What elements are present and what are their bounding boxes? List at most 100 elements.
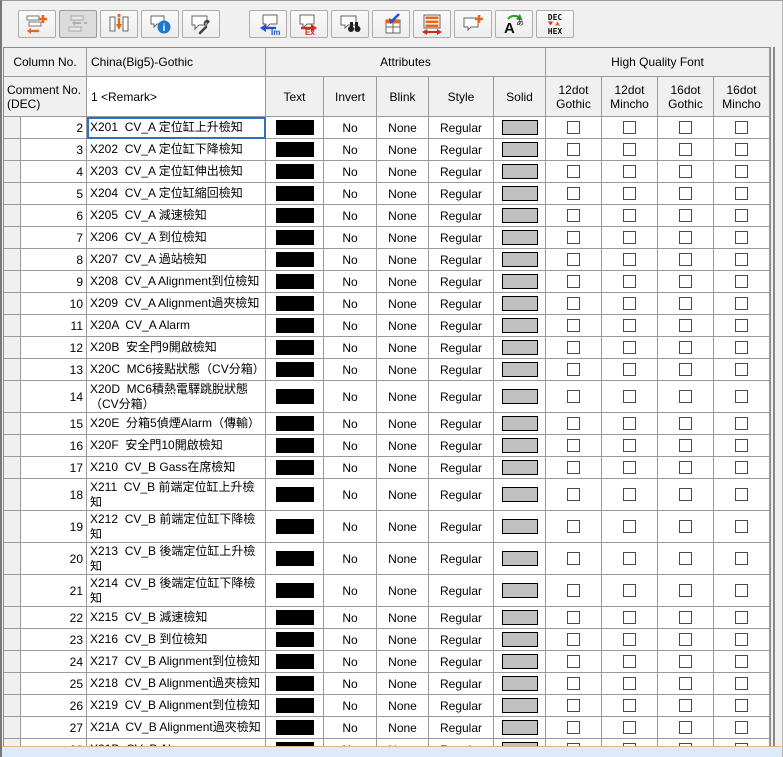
comment-no-cell[interactable]: 13 [21,359,87,381]
font-12dot-mincho-checkbox[interactable] [623,363,636,376]
blink-cell[interactable]: None [377,381,429,413]
font-12dot-gothic-checkbox[interactable] [567,611,580,624]
font-16dot-mincho-checkbox[interactable] [735,461,748,474]
comment-no-cell[interactable]: 17 [21,457,87,479]
font-16dot-gothic-checkbox[interactable] [679,231,692,244]
font-12dot-gothic-checkbox[interactable] [567,390,580,403]
comment-no-cell[interactable]: 14 [21,381,87,413]
text-color-cell[interactable] [266,249,324,271]
font-12dot-mincho-checkbox[interactable] [623,275,636,288]
style-cell[interactable]: Regular [429,695,494,717]
add-comment-button[interactable] [454,10,492,38]
style-cell[interactable]: Regular [429,381,494,413]
comment-no-cell[interactable]: 6 [21,205,87,227]
invert-cell[interactable]: No [324,695,377,717]
font-16dot-gothic-checkbox[interactable] [679,319,692,332]
row-selector-cell[interactable] [4,695,21,717]
style-cell[interactable]: Regular [429,315,494,337]
comment-no-cell[interactable]: 15 [21,413,87,435]
font-16dot-mincho-checkbox[interactable] [735,584,748,597]
invert-cell[interactable]: No [324,227,377,249]
font-16dot-mincho-checkbox[interactable] [735,297,748,310]
font-16dot-mincho-checkbox[interactable] [735,121,748,134]
solid-color-swatch[interactable] [502,389,538,404]
style-cell[interactable]: Regular [429,183,494,205]
row-selector-cell[interactable] [4,249,21,271]
style-cell[interactable]: Regular [429,413,494,435]
invert-cell[interactable]: No [324,651,377,673]
blink-cell[interactable]: None [377,511,429,543]
font-16dot-gothic-checkbox[interactable] [679,143,692,156]
solid-color-cell[interactable] [494,359,546,381]
text-color-swatch[interactable] [276,252,314,267]
font-12dot-mincho-checkbox[interactable] [623,187,636,200]
invert-cell[interactable]: No [324,435,377,457]
comment-no-cell[interactable]: 4 [21,161,87,183]
comment-cell[interactable]: X215 CV_B 減速檢知 [87,607,266,629]
solid-color-swatch[interactable] [502,654,538,669]
text-color-swatch[interactable] [276,296,314,311]
blink-cell[interactable]: None [377,205,429,227]
comment-cell[interactable]: X210 CV_B Gass在席檢知 [87,457,266,479]
text-color-cell[interactable] [266,543,324,575]
row-selector-cell[interactable] [4,479,21,511]
blink-cell[interactable]: None [377,457,429,479]
font-12dot-mincho-checkbox[interactable] [623,341,636,354]
font-16dot-mincho-checkbox[interactable] [735,417,748,430]
invert-cell[interactable]: No [324,629,377,651]
font-12dot-gothic-checkbox[interactable] [567,633,580,646]
font-12dot-mincho-checkbox[interactable] [623,390,636,403]
comment-no-cell[interactable]: 26 [21,695,87,717]
font-12dot-gothic-checkbox[interactable] [567,187,580,200]
solid-color-swatch[interactable] [502,519,538,534]
font-16dot-gothic-checkbox[interactable] [679,275,692,288]
comment-cell[interactable]: X20A CV_A Alarm [87,315,266,337]
solid-color-cell[interactable] [494,511,546,543]
comment-cell[interactable]: X209 CV_A Alignment過夾檢知 [87,293,266,315]
style-cell[interactable]: Regular [429,293,494,315]
invert-cell[interactable]: No [324,673,377,695]
font-16dot-mincho-checkbox[interactable] [735,721,748,734]
font-12dot-gothic-checkbox[interactable] [567,297,580,310]
text-color-swatch[interactable] [276,389,314,404]
solid-color-swatch[interactable] [502,460,538,475]
font-16dot-mincho-checkbox[interactable] [735,165,748,178]
font-16dot-gothic-checkbox[interactable] [679,439,692,452]
style-cell[interactable]: Regular [429,205,494,227]
font-16dot-gothic-checkbox[interactable] [679,417,692,430]
invert-cell[interactable]: No [324,511,377,543]
font-12dot-mincho-checkbox[interactable] [623,297,636,310]
comment-no-cell[interactable]: 5 [21,183,87,205]
row-selector-cell[interactable] [4,205,21,227]
invert-cell[interactable]: No [324,271,377,293]
font-16dot-gothic-checkbox[interactable] [679,121,692,134]
invert-cell[interactable]: No [324,139,377,161]
comment-cell[interactable]: X206 CV_A 到位檢知 [87,227,266,249]
row-selector-cell[interactable] [4,673,21,695]
text-color-cell[interactable] [266,139,324,161]
font-16dot-gothic-checkbox[interactable] [679,253,692,266]
blink-cell[interactable]: None [377,139,429,161]
font-16dot-mincho-checkbox[interactable] [735,341,748,354]
font-16dot-mincho-checkbox[interactable] [735,611,748,624]
style-cell[interactable]: Regular [429,511,494,543]
solid-color-swatch[interactable] [502,274,538,289]
text-color-swatch[interactable] [276,186,314,201]
solid-color-cell[interactable] [494,651,546,673]
style-cell[interactable]: Regular [429,651,494,673]
blink-cell[interactable]: None [377,183,429,205]
font-12dot-mincho-checkbox[interactable] [623,699,636,712]
text-color-cell[interactable] [266,359,324,381]
font-12dot-mincho-checkbox[interactable] [623,253,636,266]
solid-color-cell[interactable] [494,381,546,413]
solid-color-cell[interactable] [494,457,546,479]
comment-no-cell[interactable]: 2 [21,117,87,139]
invert-cell[interactable]: No [324,607,377,629]
font-12dot-gothic-checkbox[interactable] [567,253,580,266]
comment-cell[interactable]: X20C MC6接點狀態（CV分箱） [87,359,266,381]
font-12dot-mincho-checkbox[interactable] [623,461,636,474]
row-selector-cell[interactable] [4,607,21,629]
style-cell[interactable]: Regular [429,117,494,139]
text-color-swatch[interactable] [276,720,314,735]
font-12dot-mincho-checkbox[interactable] [623,611,636,624]
